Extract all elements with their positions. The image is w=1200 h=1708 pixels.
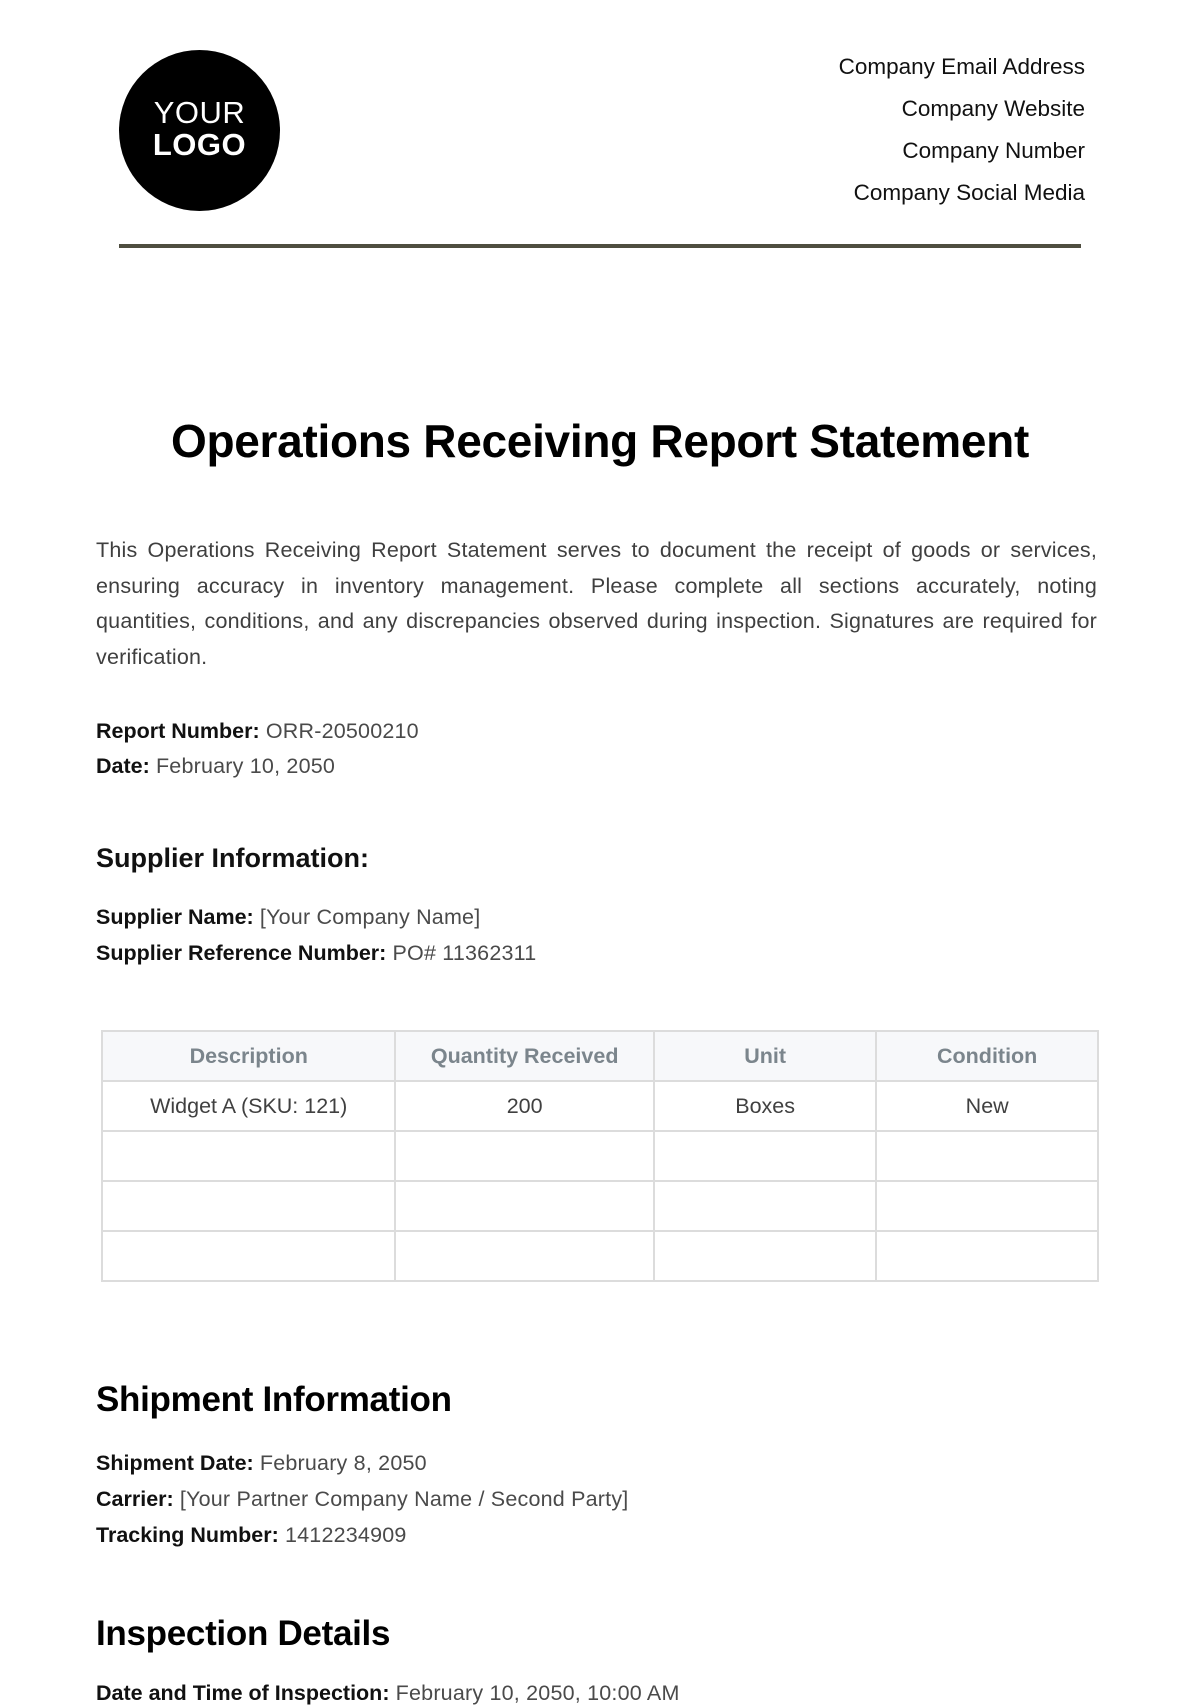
logo-text-logo: LOGO [152,126,247,162]
header-divider [119,244,1081,248]
supplier-name-value: [Your Company Name] [259,905,481,929]
cell-quantity [394,1230,655,1282]
shipment-date-field: Shipment Date: February 8, 2050 [96,1448,427,1478]
cell-quantity: 200 [394,1080,655,1132]
cell-condition [875,1230,1099,1282]
column-header-description: Description [100,1030,397,1082]
company-number: Company Number [902,138,1085,163]
cell-condition: New [875,1080,1099,1132]
column-header-unit: Unit [652,1030,878,1082]
document-title: Operations Receiving Report Statement [171,415,1029,467]
cell-unit [652,1130,878,1182]
shipment-heading: Shipment Information [96,1380,452,1419]
report-number-field: Report Number: ORR-20500210 [96,716,419,746]
date-field: Date: February 10, 2050 [96,751,335,781]
supplier-reference-value: PO# 11362311 [392,941,537,965]
table-row: Widget A (SKU: 121) 200 Boxes New [100,1080,1099,1132]
cell-description [100,1130,397,1182]
carrier-value: [Your Partner Company Name / Second Part… [179,1487,629,1511]
table-row [100,1130,1099,1182]
cell-condition [875,1180,1099,1232]
date-value: February 10, 2050 [155,754,336,778]
items-table: Description Quantity Received Unit Condi… [100,1030,1099,1282]
supplier-name-label: Supplier Name: [96,905,254,929]
cell-unit [652,1230,878,1282]
table-header-row: Description Quantity Received Unit Condi… [100,1030,1099,1082]
intro-paragraph: This Operations Receiving Report Stateme… [96,538,1097,669]
table-row [100,1230,1099,1282]
company-social-media: Company Social Media [853,180,1085,205]
inspection-datetime-label: Date and Time of Inspection: [96,1681,390,1705]
tracking-number-field: Tracking Number: 1412234909 [96,1520,407,1550]
cell-description [100,1180,397,1232]
date-label: Date: [96,754,150,778]
company-contact-block: Company Email Address Company Website Co… [839,52,1085,220]
cell-description: Widget A (SKU: 121) [100,1080,397,1132]
report-number-value: ORR-20500210 [265,719,419,743]
carrier-label: Carrier: [96,1487,174,1511]
supplier-reference-field: Supplier Reference Number: PO# 11362311 [96,938,536,968]
tracking-number-value: 1412234909 [284,1523,407,1547]
supplier-name-field: Supplier Name: [Your Company Name] [96,902,480,932]
column-header-condition: Condition [875,1030,1099,1082]
shipment-date-label: Shipment Date: [96,1451,254,1475]
company-website: Company Website [901,96,1085,121]
company-logo: YOUR LOGO [119,50,280,211]
cell-unit: Boxes [652,1080,878,1132]
cell-unit [652,1180,878,1232]
column-header-quantity-received: Quantity Received [394,1030,655,1082]
inspection-datetime-field: Date and Time of Inspection: February 10… [96,1678,680,1708]
supplier-reference-label: Supplier Reference Number: [96,941,387,965]
logo-text-your: YOUR [153,94,246,130]
table-row [100,1180,1099,1232]
inspection-datetime-value: February 10, 2050, 10:00 AM [395,1681,680,1705]
cell-quantity [394,1130,655,1182]
inspection-heading: Inspection Details [96,1614,391,1653]
cell-description [100,1230,397,1282]
cell-condition [875,1130,1099,1182]
report-number-label: Report Number: [96,719,260,743]
cell-quantity [394,1180,655,1232]
supplier-heading: Supplier Information: [96,843,369,873]
shipment-date-value: February 8, 2050 [259,1451,427,1475]
company-email: Company Email Address [838,54,1085,79]
tracking-number-label: Tracking Number: [96,1523,279,1547]
carrier-field: Carrier: [Your Partner Company Name / Se… [96,1484,628,1514]
